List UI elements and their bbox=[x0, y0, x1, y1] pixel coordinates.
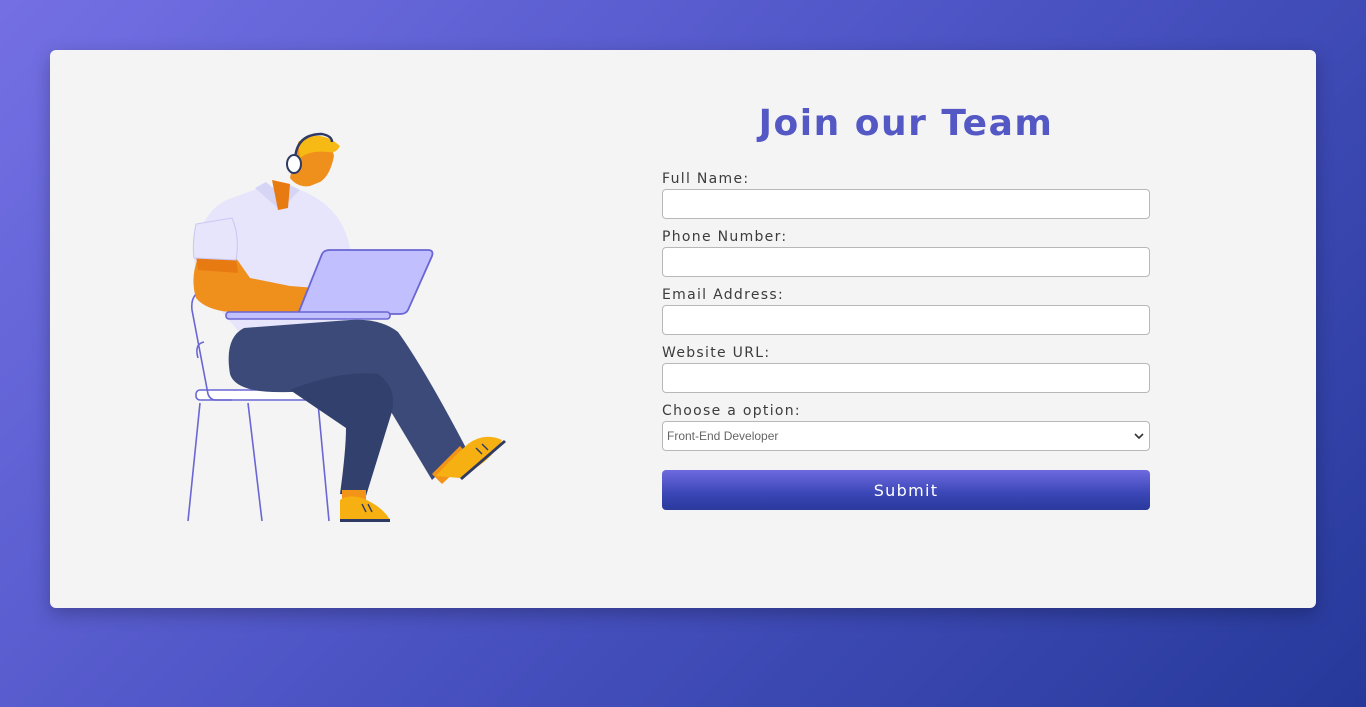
field-website-url: Website URL: bbox=[662, 345, 1150, 393]
chevron-down-icon bbox=[1134, 433, 1144, 440]
field-full-name: Full Name: bbox=[662, 171, 1150, 219]
field-email-address: Email Address: bbox=[662, 287, 1150, 335]
full-name-input[interactable] bbox=[662, 189, 1150, 219]
role-select[interactable]: Front-End Developer bbox=[662, 421, 1150, 451]
signup-card: Join our Team Full Name: Phone Number: E… bbox=[50, 50, 1316, 608]
email-address-input[interactable] bbox=[662, 305, 1150, 335]
role-select-value: Front-End Developer bbox=[667, 429, 779, 443]
full-name-label: Full Name: bbox=[662, 171, 750, 187]
website-url-label: Website URL: bbox=[662, 345, 771, 361]
submit-button[interactable]: Submit bbox=[662, 470, 1150, 510]
person-with-laptop-illustration bbox=[187, 132, 506, 522]
phone-number-input[interactable] bbox=[662, 247, 1150, 277]
website-url-input[interactable] bbox=[662, 363, 1150, 393]
signup-form-container: Join our Team Full Name: Phone Number: E… bbox=[662, 100, 1150, 510]
choose-option-label: Choose a option: bbox=[662, 403, 801, 419]
page-title: Join our Team bbox=[758, 103, 1054, 144]
email-address-label: Email Address: bbox=[662, 287, 784, 303]
join-team-form: Full Name: Phone Number: Email Address: … bbox=[662, 171, 1150, 510]
field-choose-option: Choose a option: Front-End Developer bbox=[662, 403, 1150, 451]
field-phone-number: Phone Number: bbox=[662, 229, 1150, 277]
phone-number-label: Phone Number: bbox=[662, 229, 788, 245]
